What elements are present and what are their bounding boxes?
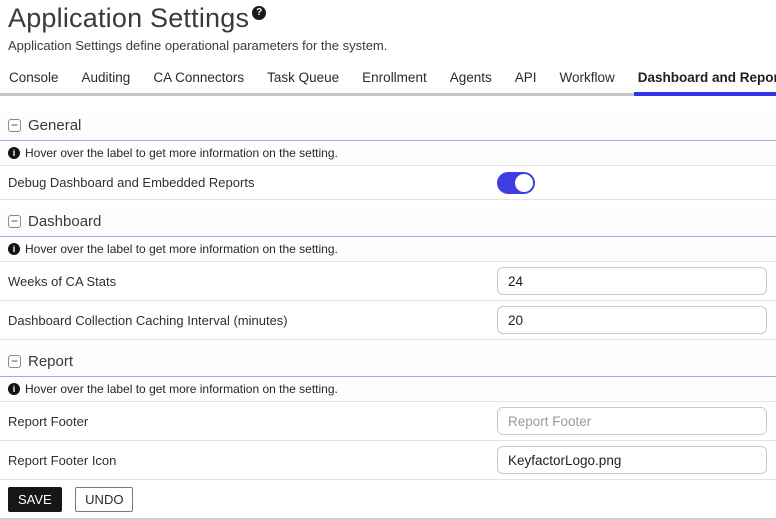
section-info-row: i Hover over the label to get more infor… (0, 237, 776, 262)
section-title: Dashboard (28, 213, 101, 230)
page-title: Application Settings (8, 3, 249, 33)
setting-row-report-footer-icon: Report Footer Icon (0, 441, 776, 480)
setting-input-weeks-of-ca-stats[interactable] (497, 267, 767, 295)
tab-label: Console (9, 70, 59, 85)
setting-row-dashboard-collection-caching-interval-minutes: Dashboard Collection Caching Interval (m… (0, 301, 776, 340)
info-text: Hover over the label to get more informa… (25, 146, 338, 160)
setting-row-debug-dashboard-and-embedded-reports: Debug Dashboard and Embedded Reports (0, 166, 776, 200)
toggle-switch[interactable] (497, 172, 535, 194)
section-title: General (28, 117, 81, 134)
setting-label: Report Footer Icon (8, 453, 497, 468)
toggle-knob (515, 174, 533, 192)
section-rows: Debug Dashboard and Embedded Reports (0, 166, 776, 200)
setting-input-report-footer-icon[interactable] (497, 446, 767, 474)
section-header[interactable]: − Report (0, 348, 776, 377)
settings-sections: − General i Hover over the label to get … (0, 112, 776, 480)
info-text: Hover over the label to get more informa… (25, 382, 338, 396)
tab-agents[interactable]: Agents (449, 64, 493, 93)
undo-button[interactable]: UNDO (75, 487, 133, 512)
setting-label: Dashboard Collection Caching Interval (m… (8, 313, 497, 328)
setting-label: Report Footer (8, 414, 497, 429)
collapse-minus-icon[interactable]: − (8, 119, 21, 132)
info-icon: i (8, 383, 20, 395)
tab-task-queue[interactable]: Task Queue (266, 64, 340, 93)
tab-label: Enrollment (362, 70, 427, 85)
tab-auditing[interactable]: Auditing (81, 64, 132, 93)
info-icon: i (8, 243, 20, 255)
save-button[interactable]: SAVE (8, 487, 62, 512)
collapse-minus-icon[interactable]: − (8, 215, 21, 228)
section-header[interactable]: − General (0, 112, 776, 141)
section-header[interactable]: − Dashboard (0, 208, 776, 237)
tab-label: Auditing (82, 70, 131, 85)
tab-dashboard-and-reports[interactable]: Dashboard and Reports (637, 64, 776, 93)
setting-input-dashboard-collection-caching-interval-minutes[interactable] (497, 306, 767, 334)
section-info-row: i Hover over the label to get more infor… (0, 377, 776, 402)
tab-enrollment[interactable]: Enrollment (361, 64, 428, 93)
tab-bar: Console Auditing CA Connectors Task Queu… (0, 64, 776, 96)
section-general: − General i Hover over the label to get … (0, 112, 776, 200)
setting-row-report-footer: Report Footer (0, 402, 776, 441)
setting-row-weeks-of-ca-stats: Weeks of CA Stats (0, 262, 776, 301)
help-icon[interactable]: ? (252, 6, 266, 20)
tab-label: API (515, 70, 537, 85)
section-rows: Weeks of CA Stats Dashboard Collection C… (0, 262, 776, 340)
section-report: − Report i Hover over the label to get m… (0, 348, 776, 480)
info-text: Hover over the label to get more informa… (25, 242, 338, 256)
section-rows: Report Footer Report Footer Icon (0, 402, 776, 480)
tab-label: Agents (450, 70, 492, 85)
info-icon: i (8, 147, 20, 159)
page-header: Application Settings ? Application Setti… (0, 0, 776, 53)
section-dashboard: − Dashboard i Hover over the label to ge… (0, 208, 776, 340)
application-settings-page: Application Settings ? Application Setti… (0, 0, 776, 520)
tab-ca-connectors[interactable]: CA Connectors (152, 64, 245, 93)
tab-label: Dashboard and Reports (638, 70, 776, 85)
setting-label: Debug Dashboard and Embedded Reports (8, 175, 497, 190)
tab-console[interactable]: Console (8, 64, 60, 93)
section-title: Report (28, 353, 73, 370)
section-info-row: i Hover over the label to get more infor… (0, 141, 776, 166)
tab-label: Workflow (560, 70, 615, 85)
tab-api[interactable]: API (514, 64, 538, 93)
action-bar: SAVE UNDO (0, 480, 776, 518)
tab-label: CA Connectors (153, 70, 244, 85)
collapse-minus-icon[interactable]: − (8, 355, 21, 368)
setting-input-report-footer[interactable] (497, 407, 767, 435)
page-subtitle: Application Settings define operational … (8, 38, 768, 53)
setting-label: Weeks of CA Stats (8, 274, 497, 289)
tab-workflow[interactable]: Workflow (559, 64, 616, 93)
tab-label: Task Queue (267, 70, 339, 85)
